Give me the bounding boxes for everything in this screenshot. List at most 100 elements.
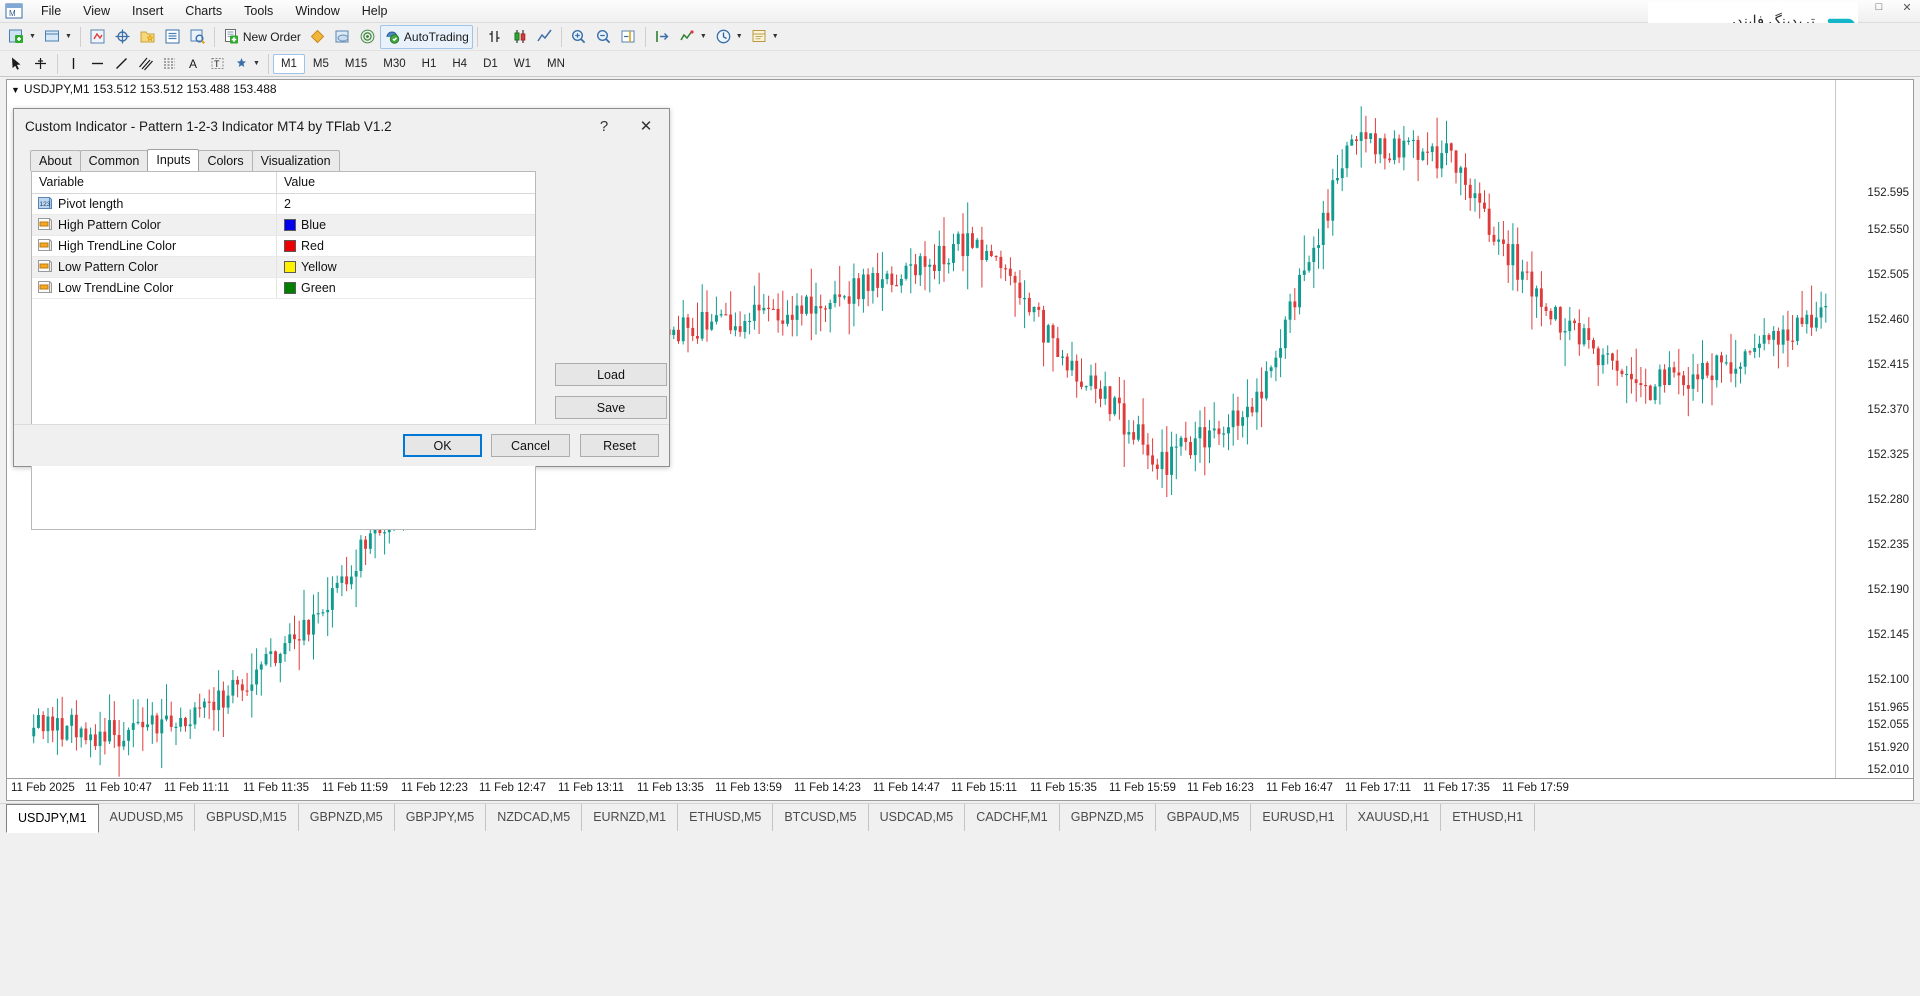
templates-button[interactable]: ▼: [747, 25, 783, 49]
chevron-down-icon[interactable]: ▼: [65, 33, 72, 40]
time-axis[interactable]: 11 Feb 2025 11 Feb 10:47 11 Feb 11:11 11…: [6, 779, 1914, 801]
menu-item-charts[interactable]: Charts: [174, 2, 233, 20]
tab-colors[interactable]: Colors: [198, 150, 252, 171]
tab-visualization[interactable]: Visualization: [252, 150, 340, 171]
chart-shift-button[interactable]: [616, 25, 641, 49]
chart-tab-gbpnzd-m5[interactable]: GBPNZD,M5: [299, 804, 395, 831]
chart-tab-btcusd-m5[interactable]: BTCUSD,M5: [773, 804, 868, 831]
timeframe-mn[interactable]: MN: [539, 54, 573, 74]
timeframe-m15[interactable]: M15: [337, 54, 375, 74]
text-label-tool[interactable]: T: [206, 52, 230, 76]
menu-item-view[interactable]: View: [72, 2, 121, 20]
row-value-cell[interactable]: 2: [277, 194, 535, 214]
indicators-button[interactable]: ▼: [675, 25, 711, 49]
horizontal-line-tool[interactable]: [86, 52, 110, 76]
periodicity-button[interactable]: ▼: [711, 25, 747, 49]
table-row[interactable]: High TrendLine Color Red: [32, 236, 535, 257]
data-window-button[interactable]: [110, 25, 135, 49]
table-row[interactable]: Low TrendLine Color Green: [32, 278, 535, 299]
new-order-button[interactable]: New Order: [219, 25, 305, 49]
chevron-down-icon[interactable]: ▼: [700, 33, 707, 40]
strategy-tester-button[interactable]: [185, 25, 210, 49]
chevron-down-icon[interactable]: ▼: [772, 33, 779, 40]
price-axis[interactable]: 152.595 152.550 152.505 152.460 152.415 …: [1835, 80, 1913, 778]
reset-button[interactable]: Reset: [580, 434, 659, 457]
cursor-tool[interactable]: [5, 52, 29, 76]
navigator-button[interactable]: [135, 25, 160, 49]
menu-item-tools[interactable]: Tools: [233, 2, 284, 20]
close-button[interactable]: ✕: [1898, 1, 1916, 14]
mql5-community-button[interactable]: [330, 25, 355, 49]
chart-tab-gbpjpy-m5[interactable]: GBPJPY,M5: [395, 804, 487, 831]
row-value-cell[interactable]: Yellow: [277, 257, 535, 277]
timeframe-h4[interactable]: H4: [444, 54, 475, 74]
menu-item-file[interactable]: File: [30, 2, 72, 20]
save-button[interactable]: Save: [555, 396, 667, 419]
tab-about[interactable]: About: [30, 150, 81, 171]
timeframe-m5[interactable]: M5: [305, 54, 337, 74]
line-chart-button[interactable]: [532, 25, 557, 49]
chart-tab-audusd-m5[interactable]: AUDUSD,M5: [99, 804, 196, 831]
row-value-cell[interactable]: Red: [277, 236, 535, 256]
shapes-tool[interactable]: ▼: [230, 52, 264, 76]
chart-tab-usdcad-m5[interactable]: USDCAD,M5: [869, 804, 966, 831]
chart-window-button[interactable]: ▼: [40, 25, 76, 49]
timeframe-d1[interactable]: D1: [475, 54, 506, 74]
timeframe-m1[interactable]: M1: [273, 54, 305, 74]
chart-tab-eurusd-h1[interactable]: EURUSD,H1: [1251, 804, 1346, 831]
table-row[interactable]: 123 Pivot length 2: [32, 194, 535, 215]
equidistant-channel-tool[interactable]: [134, 52, 158, 76]
new-chart-button[interactable]: ▼: [4, 25, 40, 49]
chart-tab-eurnzd-m1[interactable]: EURNZD,M1: [582, 804, 678, 831]
market-watch-button[interactable]: [85, 25, 110, 49]
chevron-down-icon[interactable]: ▼: [736, 33, 743, 40]
table-row[interactable]: Low Pattern Color Yellow: [32, 257, 535, 278]
zoom-out-button[interactable]: [591, 25, 616, 49]
autotrading-button[interactable]: AutoTrading: [380, 25, 473, 49]
trendline-tool[interactable]: [110, 52, 134, 76]
cancel-button[interactable]: Cancel: [491, 434, 570, 457]
menu-item-insert[interactable]: Insert: [121, 2, 174, 20]
signals-button[interactable]: [355, 25, 380, 49]
ok-button[interactable]: OK: [403, 434, 482, 457]
zoom-in-button[interactable]: [566, 25, 591, 49]
row-value-cell[interactable]: Blue: [277, 215, 535, 235]
chart-tab-xauusd-h1[interactable]: XAUUSD,H1: [1347, 804, 1442, 831]
chart-tab-ethusd-m5[interactable]: ETHUSD,M5: [678, 804, 773, 831]
tab-common[interactable]: Common: [80, 150, 149, 171]
chart-tab-usdjpy-m1[interactable]: USDJPY,M1: [6, 804, 99, 833]
chart-tab-nzdcad-m5[interactable]: NZDCAD,M5: [486, 804, 582, 831]
menu-item-help[interactable]: Help: [351, 2, 399, 20]
table-row[interactable]: High Pattern Color Blue: [32, 215, 535, 236]
chevron-down-icon[interactable]: ▼: [253, 60, 260, 67]
inputs-grid[interactable]: Variable Value 123 Pivot length 2: [31, 171, 536, 530]
menu-item-window[interactable]: Window: [284, 2, 350, 20]
auto-scroll-button[interactable]: [650, 25, 675, 49]
terminal-button[interactable]: [160, 25, 185, 49]
maximize-button[interactable]: □: [1870, 1, 1888, 14]
fibonacci-tool[interactable]: [158, 52, 182, 76]
chart-tab-gbpaud-m5[interactable]: GBPAUD,M5: [1156, 804, 1252, 831]
text-tool[interactable]: A: [182, 52, 206, 76]
candlestick-chart-button[interactable]: [507, 25, 532, 49]
chevron-down-icon[interactable]: ▼: [29, 33, 36, 40]
bar-chart-button[interactable]: [482, 25, 507, 49]
crosshair-tool[interactable]: [29, 52, 53, 76]
close-icon[interactable]: ✕: [629, 113, 663, 139]
timeframe-m30[interactable]: M30: [375, 54, 413, 74]
custom-indicator-dialog[interactable]: Custom Indicator - Pattern 1-2-3 Indicat…: [13, 108, 670, 467]
chart-tab-gbpnzd-m5-2[interactable]: GBPNZD,M5: [1060, 804, 1156, 831]
chart-tab-ethusd-h1[interactable]: ETHUSD,H1: [1441, 804, 1535, 831]
vertical-line-tool[interactable]: [62, 52, 86, 76]
chart-tab-gbpusd-m15[interactable]: GBPUSD,M15: [195, 804, 299, 831]
dialog-title-bar[interactable]: Custom Indicator - Pattern 1-2-3 Indicat…: [14, 109, 669, 143]
chart-tab-cadchf-m1[interactable]: CADCHF,M1: [965, 804, 1060, 831]
load-button[interactable]: Load: [555, 363, 667, 386]
tab-inputs[interactable]: Inputs: [147, 149, 199, 171]
timeframe-w1[interactable]: W1: [506, 54, 539, 74]
timeframe-h1[interactable]: H1: [414, 54, 445, 74]
help-button[interactable]: ?: [587, 113, 621, 139]
dialog-footer: OK Cancel Reset: [14, 424, 669, 466]
row-value-cell[interactable]: Green: [277, 278, 535, 298]
metaeditor-button[interactable]: [305, 25, 330, 49]
